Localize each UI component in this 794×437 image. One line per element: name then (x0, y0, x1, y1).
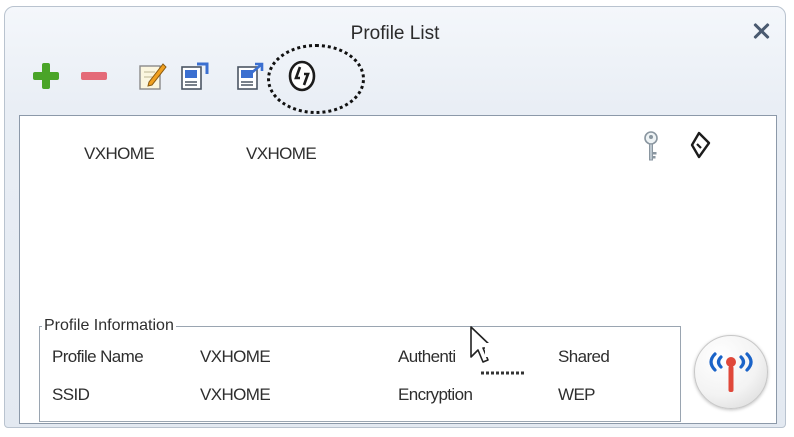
profile-name-label: Profile Name (52, 347, 144, 366)
profile-name-value: VXHOME (200, 347, 271, 366)
key-icon (644, 131, 658, 161)
refresh-highlight-circle (267, 44, 365, 114)
profile-list-window: Profile List VXHOME VXHOME Profile Infor… (4, 6, 786, 428)
profile-list-panel: VXHOME VXHOME Profile Information Profil… (19, 115, 777, 424)
authentication-label: Authenti (398, 347, 456, 366)
encryption-label: Encryption (398, 385, 473, 404)
duplicate-profile-button[interactable] (179, 61, 209, 91)
duplicate-icon (181, 62, 209, 90)
edit-icon (139, 63, 167, 90)
profile-name-cell: VXHOME (84, 144, 155, 163)
edit-profile-button[interactable] (137, 61, 167, 91)
set-default-icon (237, 62, 264, 90)
set-default-button[interactable] (235, 61, 265, 91)
wireless-signal-icon (709, 352, 753, 392)
encryption-value: WEP (558, 385, 596, 404)
profile-information-group: Profile Information Profile Name VXHOME … (39, 317, 681, 422)
add-profile-button[interactable] (31, 61, 61, 91)
ssid-label: SSID (52, 385, 90, 404)
close-icon[interactable] (751, 21, 771, 41)
mouse-cursor-icon (470, 326, 527, 375)
window-title: Profile List (350, 23, 440, 44)
ssid-cell: VXHOME (246, 144, 317, 163)
radio-connect-button[interactable] (694, 335, 768, 409)
profile-information-legend: Profile Information (42, 317, 176, 335)
authentication-value: Shared (558, 347, 610, 366)
remove-profile-button[interactable] (79, 61, 109, 91)
active-profile-icon (690, 131, 711, 159)
ssid-value: VXHOME (200, 385, 271, 404)
